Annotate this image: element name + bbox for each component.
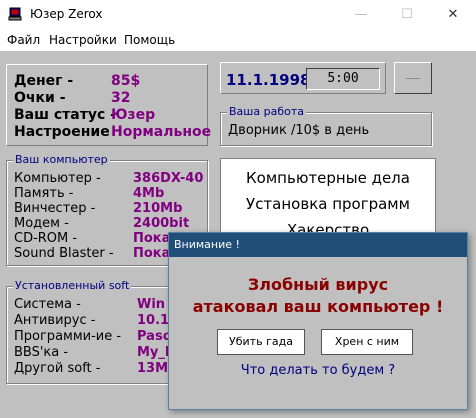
minimize-button[interactable]: —	[338, 0, 384, 30]
soundblaster-value: Пока	[133, 246, 171, 261]
cpu-value: 386DX-40	[133, 171, 204, 186]
window-title: Юзер Zerox	[30, 7, 103, 21]
programming-label: Программи-ие -	[14, 329, 122, 344]
job-text: Дворник /10$ в день	[228, 123, 370, 138]
status-panel: Денег - 85$ Очки - 32 Ваш статус - Юзер …	[6, 64, 212, 146]
memory-label: Память -	[14, 186, 74, 201]
job-group-title: Ваша работа	[227, 105, 306, 119]
money-value: 85$	[111, 73, 141, 89]
dialog-message-line1: Злобный вирус	[247, 275, 389, 294]
date-display: 11.1.1998	[226, 71, 311, 89]
programming-value: Pasc	[137, 329, 171, 344]
computer-icon	[8, 7, 22, 21]
mood-label: Настроение	[14, 124, 110, 140]
actions-list: Компьютерные дела Установка программ Хак…	[220, 158, 436, 238]
virus-dialog: Внимание ! Злобный вирус атаковал ваш ко…	[168, 232, 468, 410]
menu-file[interactable]: Файл	[7, 33, 40, 47]
computer-group-title: Ваш компьютер	[13, 153, 110, 167]
menu-help[interactable]: Помощь	[124, 33, 175, 47]
action-computer-stuff[interactable]: Компьютерные дела	[221, 169, 435, 187]
other-soft-label: Другой soft -	[14, 361, 101, 376]
cdrom-value: Пока	[133, 231, 171, 246]
points-label: Очки -	[14, 90, 66, 106]
job-group: Ваша работа Дворник /10$ в день	[220, 105, 432, 146]
action-install-software[interactable]: Установка программ	[221, 195, 435, 213]
user-status-label: Ваш статус -	[14, 107, 116, 123]
hdd-label: Винчестер -	[14, 201, 96, 216]
time-display: 5:00	[306, 68, 380, 90]
menu-bar: Файл Настройки Помощь	[0, 30, 476, 51]
soundblaster-label: Sound Blaster -	[14, 246, 114, 261]
money-label: Денег -	[14, 73, 74, 89]
maximize-button[interactable]: ☐	[384, 0, 430, 30]
points-value: 32	[111, 90, 131, 106]
cdrom-label: CD-ROM -	[14, 231, 78, 246]
memory-value: 4Mb	[133, 186, 165, 201]
os-label: Система -	[14, 297, 81, 312]
dialog-title: Внимание !	[169, 233, 467, 257]
close-button[interactable]: ✕	[430, 0, 476, 30]
clock-button[interactable]: —	[394, 62, 432, 94]
hdd-value: 210Mb	[133, 201, 183, 216]
kill-virus-button[interactable]: Убить гада	[217, 329, 305, 355]
menu-settings[interactable]: Настройки	[49, 33, 117, 47]
software-group-title: Установленный soft	[13, 279, 132, 293]
what-to-do-link[interactable]: Что делать то будем ?	[169, 363, 467, 378]
bbs-label: BBS'ка -	[14, 345, 69, 360]
modem-label: Модем -	[14, 216, 69, 231]
cpu-label: Компьютер -	[14, 171, 101, 186]
mood-value: Нормальное	[111, 124, 212, 140]
dialog-message-line2: атаковал ваш компьютер !	[192, 297, 444, 316]
user-status-value: Юзер	[111, 107, 156, 123]
title-bar: Юзер Zerox — ☐ ✕	[0, 0, 476, 30]
ignore-virus-button[interactable]: Хрен с ним	[321, 329, 413, 355]
antivirus-label: Антивирус -	[14, 313, 96, 328]
modem-value: 2400bit	[133, 216, 190, 231]
